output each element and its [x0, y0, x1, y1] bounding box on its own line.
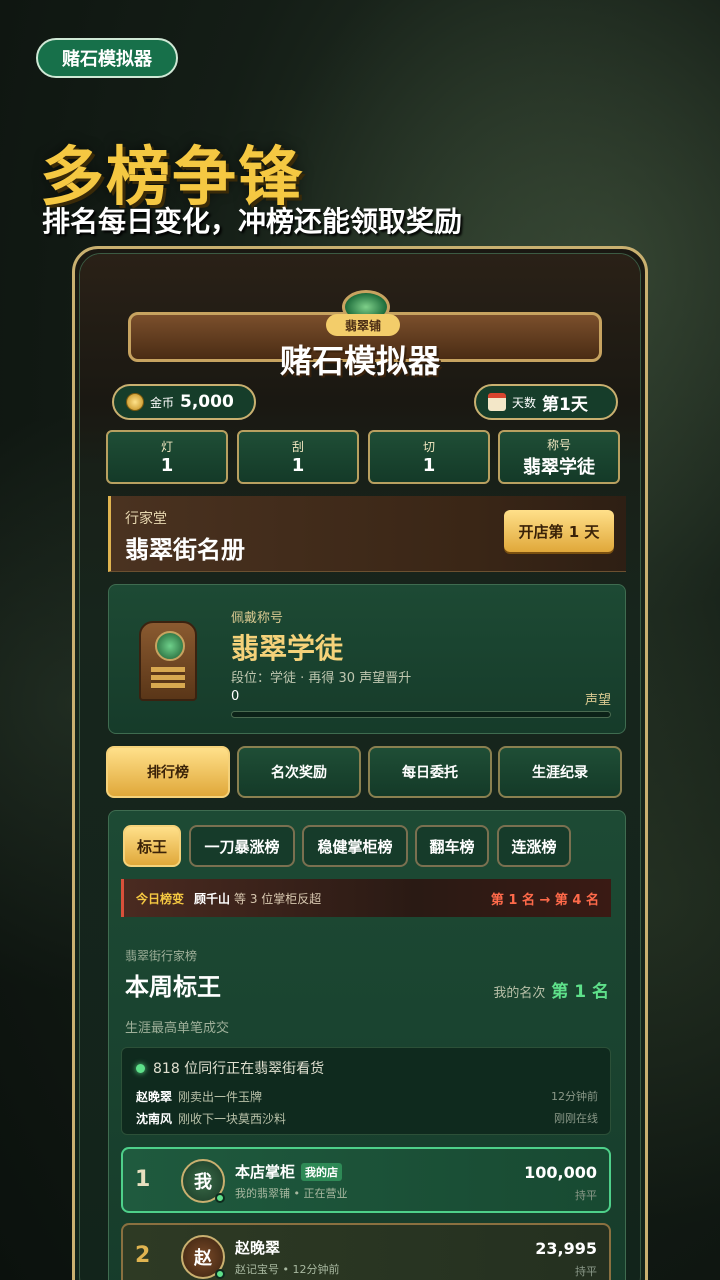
stat-label: 刮 [291, 440, 304, 454]
section-label: 翡翠街行家榜 [125, 949, 198, 963]
rank-score: 100,000 [524, 1163, 597, 1182]
rank-name: 本店掌柜 我的店 [235, 1161, 343, 1182]
hall-name: 翡翠街名册 [125, 536, 245, 564]
tablet-icon [139, 621, 197, 701]
my-rank: 我的名次第 1 名 [493, 977, 609, 1002]
hall-banner: 行家堂 翡翠街名册 开店第 1 天 [108, 496, 626, 572]
title-card-label: 佩戴称号 [231, 611, 284, 626]
chip-streak[interactable]: 连涨榜 [497, 825, 571, 867]
activity-row: 沈南风 刚收下一块莫西沙料 刚刚在线 [136, 1110, 598, 1127]
day-pill[interactable]: 天数 第1天 [474, 384, 618, 420]
stat-value: 1 [291, 455, 305, 476]
activity-time: 刚刚在线 [554, 1112, 598, 1125]
activity-text: 刚卖出一件玉牌 [178, 1090, 263, 1104]
stat-label: 称号 [546, 437, 571, 452]
stat-value: 翡翠学徒 [523, 456, 595, 478]
activity-head-text: 818 位同行正在翡翠街看货 [153, 1061, 325, 1077]
activity-time: 12分钟前 [551, 1090, 598, 1103]
gold-pill[interactable]: 金币 5,000 [112, 384, 256, 420]
progress-value: 0 [231, 689, 240, 704]
online-dot-icon [136, 1063, 145, 1073]
activity-row: 赵晚翠 刚卖出一件玉牌 12分钟前 [136, 1088, 598, 1105]
hall-label: 行家堂 [125, 511, 167, 527]
rank-row[interactable]: 1 我 本店掌柜 我的店 我的翡翠铺 • 正在营业 100,000 持平 [121, 1147, 611, 1213]
calendar-icon [488, 393, 506, 411]
online-dot-icon [215, 1269, 225, 1279]
tab-leaderboard[interactable]: 排行榜 [106, 746, 230, 798]
app-badge: 赌石模拟器 [36, 38, 178, 78]
rank-number: 2 [135, 1243, 151, 1268]
stat-label: 灯 [160, 440, 173, 454]
shop-tag: 翡翠铺 [326, 314, 400, 336]
activity-name: 赵晚翠 [136, 1090, 173, 1104]
tab-career-records[interactable]: 生涯纪录 [498, 746, 622, 798]
activity-text: 刚收下一块莫西沙料 [178, 1112, 287, 1126]
activity-head: 818 位同行正在翡翠街看货 [136, 1058, 324, 1078]
rank-number: 1 [135, 1167, 151, 1192]
my-rank-label: 我的名次 [493, 986, 546, 1001]
change-who: 顾千山 [194, 891, 231, 906]
tab-rank-rewards[interactable]: 名次奖励 [237, 746, 361, 798]
hero-subtitle: 排名每日变化，冲榜还能领取奖励 [42, 205, 463, 238]
rank-sub: 赵记宝号 • 12分钟前 [235, 1263, 340, 1276]
day-value: 第1天 [542, 394, 588, 415]
stat-value: 1 [160, 455, 174, 476]
gold-value: 5,000 [180, 392, 234, 412]
stat-label: 切 [422, 440, 435, 454]
app-title: 赌石模拟器 [279, 342, 440, 380]
rank-trend: 持平 [575, 1265, 597, 1278]
progress-bar [231, 711, 611, 718]
day-label: 天数 [512, 395, 537, 410]
chip-one-cut-surge[interactable]: 一刀暴涨榜 [189, 825, 295, 867]
my-rank-value: 第 1 名 [551, 982, 609, 1002]
change-move: 第 1 名 → 第 4 名 [490, 892, 599, 908]
rank-sub: 我的翡翠铺 • 正在营业 [235, 1187, 348, 1200]
section-desc: 生涯最高单笔成交 [125, 1021, 230, 1036]
stat-cut[interactable]: 切 1 [368, 430, 490, 484]
tab-daily-tasks[interactable]: 每日委托 [368, 746, 492, 798]
title-card-desc: 段位：学徒 · 再得 30 声望晋升 [231, 671, 412, 686]
my-shop-badge: 我的店 [301, 1162, 343, 1181]
rank-row[interactable]: 2 赵 赵晚翠 赵记宝号 • 12分钟前 23,995 持平 [121, 1223, 611, 1280]
rank-score: 23,995 [535, 1239, 597, 1258]
section-title: 本周标王 [125, 973, 221, 1001]
stat-value: 1 [422, 455, 436, 476]
rank-name-text: 赵晚翠 [235, 1239, 281, 1257]
phone-frame: 翡翠铺 赌石模拟器 金币 5,000 天数 第1天 灯 1 刮 1 切 1 称号… [72, 246, 648, 1280]
gold-label: 金币 [150, 395, 175, 410]
rank-change-bar: 今日榜变 顾千山 等 3 位掌柜反超 第 1 名 → 第 4 名 [121, 879, 611, 917]
chip-top-bidder[interactable]: 标王 [123, 825, 181, 867]
stat-light[interactable]: 灯 1 [106, 430, 228, 484]
progress-label: 声望 [584, 693, 611, 708]
title-card: 佩戴称号 翡翠学徒 段位：学徒 · 再得 30 声望晋升 0 声望 [108, 584, 626, 734]
change-label: 今日榜变 [136, 891, 185, 906]
title-card-name: 翡翠学徒 [231, 632, 344, 665]
coin-icon [126, 393, 144, 411]
stat-scrape[interactable]: 刮 1 [237, 430, 359, 484]
online-dot-icon [215, 1193, 225, 1203]
activity-feed: 818 位同行正在翡翠街看货 赵晚翠 刚卖出一件玉牌 12分钟前 沈南风 刚收下… [121, 1047, 611, 1135]
stat-title[interactable]: 称号 翡翠学徒 [498, 430, 620, 484]
chip-flop[interactable]: 翻车榜 [415, 825, 489, 867]
chip-steady-shopkeeper[interactable]: 稳健掌柜榜 [302, 825, 408, 867]
change-rest: 等 3 位掌柜反超 [234, 891, 322, 906]
rank-name: 赵晚翠 [235, 1237, 280, 1258]
leaderboard-panel: 标王 一刀暴涨榜 稳健掌柜榜 翻车榜 连涨榜 今日榜变 顾千山 等 3 位掌柜反… [108, 810, 626, 1280]
app-screen: 翡翠铺 赌石模拟器 金币 5,000 天数 第1天 灯 1 刮 1 切 1 称号… [79, 253, 641, 1280]
activity-name: 沈南风 [136, 1112, 173, 1126]
rank-name-text: 本店掌柜 [235, 1163, 296, 1181]
rank-trend: 持平 [575, 1189, 597, 1202]
open-day-button[interactable]: 开店第 1 天 [504, 510, 614, 552]
